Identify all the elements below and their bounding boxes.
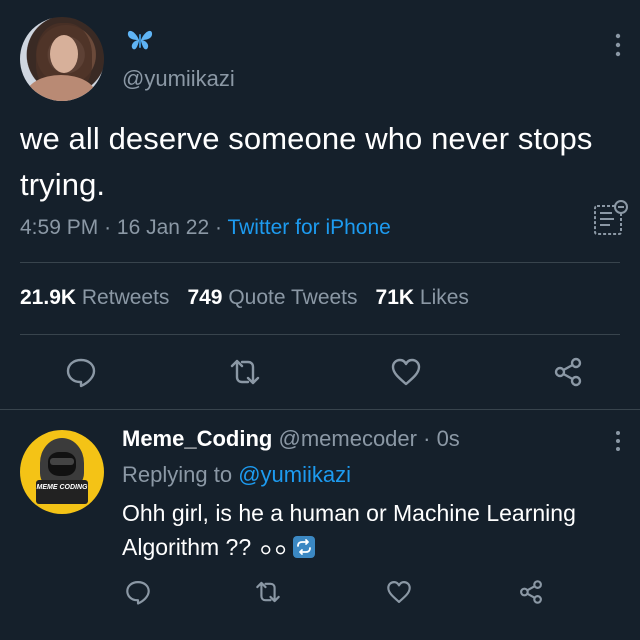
tweet-time: 4:59 PM — [20, 216, 99, 239]
avatar-laptop-text: MEME CODING — [36, 480, 88, 504]
more-icon[interactable] — [608, 30, 628, 60]
like-icon[interactable] — [385, 578, 413, 606]
share-icon[interactable] — [551, 355, 585, 389]
reply-icon[interactable] — [64, 355, 98, 389]
retweet-icon[interactable] — [228, 355, 262, 389]
likes-stat[interactable]: 71K Likes — [376, 286, 469, 309]
tweet-date: 16 Jan 22 — [116, 216, 210, 239]
divider — [0, 409, 640, 410]
reply-author-name[interactable]: Meme_Coding — [122, 426, 272, 451]
more-icon[interactable] — [608, 428, 628, 454]
repeat-emoji — [293, 536, 316, 558]
divider — [20, 262, 620, 263]
meta-separator: · — [214, 216, 228, 239]
retweets-stat[interactable]: 21.9K Retweets — [20, 286, 169, 309]
reply-header: Meme_Coding @memecoder · 0s — [122, 426, 460, 452]
like-icon[interactable] — [389, 355, 423, 389]
replying-to: Replying to @yumiikazi — [122, 462, 351, 488]
reply-icon[interactable] — [124, 578, 152, 606]
tweet-stats: 21.9K Retweets 749 Quote Tweets 71K Likes — [20, 286, 469, 310]
tweet-source[interactable]: Twitter for iPhone — [227, 216, 390, 239]
reply-text-block: Ohh girl, is he a human or Machine Learn… — [122, 496, 627, 568]
tweet-text: we all deserve someone who never stops t… — [20, 121, 593, 202]
reply-author-handle[interactable]: @memecoder — [278, 426, 417, 451]
meta-separator: · — [104, 216, 117, 239]
quotes-stat[interactable]: 749 Quote Tweets — [187, 286, 357, 309]
butterfly-icon — [126, 28, 154, 52]
reply-time: 0s — [436, 426, 460, 451]
reply-text: Ohh girl, is he a human or Machine Learn… — [122, 500, 576, 560]
eyes-emoji: ⚪⚪ — [257, 540, 289, 562]
author-handle[interactable]: @yumiikazi — [122, 66, 235, 92]
share-icon[interactable] — [517, 578, 545, 606]
avatar-main[interactable] — [20, 17, 104, 101]
retweet-icon[interactable] — [254, 578, 282, 606]
replying-mention[interactable]: @yumiikazi — [238, 462, 351, 487]
replying-label: Replying to — [122, 462, 233, 487]
document-icon[interactable] — [592, 198, 630, 238]
tweet-meta: 4:59 PM · 16 Jan 22 · Twitter for iPhone — [20, 216, 391, 240]
reply-separator: · — [423, 426, 431, 451]
divider — [20, 334, 620, 335]
avatar-reply[interactable]: MEME CODING — [20, 430, 104, 514]
